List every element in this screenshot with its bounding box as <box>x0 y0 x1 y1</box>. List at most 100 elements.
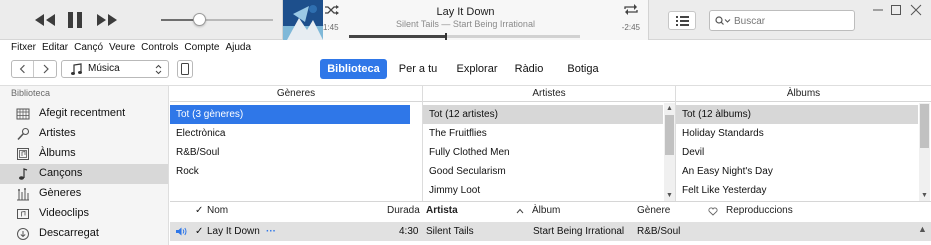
sidebar-item-downloaded[interactable]: Descarregat <box>0 224 168 244</box>
next-track-icon[interactable] <box>92 10 122 30</box>
artists-column-header[interactable]: Artistes <box>423 86 675 102</box>
column-header-plays[interactable]: Reproduccions <box>726 205 793 216</box>
remaining-time: -2:45 <box>621 23 640 32</box>
previous-track-icon[interactable] <box>30 10 60 30</box>
sidebar-item-label: Àlbums <box>39 147 76 159</box>
albums-column-header[interactable]: Àlbums <box>676 86 931 102</box>
device-button[interactable] <box>177 60 193 78</box>
playback-progress[interactable] <box>349 33 580 40</box>
menu-controls[interactable]: Controls <box>138 40 181 55</box>
column-browser: Gèneres Tot (3 gèneres) Electrònica R&B/… <box>170 86 931 201</box>
sidebar-item-recently-added[interactable]: Afegit recentment <box>0 104 168 124</box>
column-header-check[interactable]: ✓ <box>195 205 203 216</box>
album-row[interactable]: An Easy Night's Day <box>676 162 918 181</box>
track-title: Lay It Down <box>436 6 495 18</box>
sidebar-item-label: Afegit recentment <box>39 107 126 119</box>
column-header-duration[interactable]: Durada <box>387 205 420 216</box>
table-row[interactable]: ✓ Lay It Down ··· 4:30 Silent Tails Star… <box>170 222 931 241</box>
heart-icon[interactable] <box>708 207 718 216</box>
repeat-icon[interactable] <box>623 3 639 16</box>
tab-browse[interactable]: Explorar <box>451 59 503 79</box>
albums-column: Àlbums Tot (12 àlbums) Holiday Standards… <box>676 86 931 201</box>
tab-store[interactable]: Botiga <box>563 59 603 79</box>
close-icon[interactable] <box>908 3 924 17</box>
sidebar-item-music-videos[interactable]: Videoclips <box>0 204 168 224</box>
chevron-updown-icon <box>155 64 162 75</box>
album-row[interactable]: Holiday Standards <box>676 124 918 143</box>
menu-edit[interactable]: Editar <box>39 40 71 55</box>
song-album: Start Being Irrational <box>533 226 625 237</box>
column-header-name[interactable]: Nom <box>207 205 228 216</box>
song-artist: Silent Tails <box>426 226 474 237</box>
up-next-button[interactable] <box>668 11 696 30</box>
track-artist-album: Silent Tails — Start Being Irrational <box>396 19 535 29</box>
recently-added-icon <box>16 108 30 120</box>
minimize-icon[interactable] <box>870 3 886 17</box>
genre-row[interactable]: Tot (3 gèneres) <box>170 105 410 124</box>
media-type-label: Música <box>88 63 120 74</box>
search-icon <box>715 16 731 25</box>
volume-slider[interactable] <box>161 13 273 26</box>
artist-row[interactable]: Jimmy Loot <box>423 181 663 200</box>
column-header-genre[interactable]: Gènere <box>637 205 670 216</box>
now-playing-display: 1:45 Lay It Down Silent Tails — Start Be… <box>282 0 649 40</box>
menu-help[interactable]: Ajuda <box>222 40 254 55</box>
scroll-up-arrow-icon[interactable]: ▲ <box>665 104 674 113</box>
microphone-icon <box>17 127 30 141</box>
music-note-icon <box>71 63 82 75</box>
artists-scrollbar[interactable]: ▲ ▼ <box>664 103 675 201</box>
artist-row[interactable]: Tot (12 artistes) <box>423 105 663 124</box>
albums-scrollbar[interactable]: ▼ <box>919 103 930 201</box>
more-options-icon[interactable]: ··· <box>266 226 276 237</box>
volume-knob[interactable] <box>193 13 207 26</box>
album-row[interactable]: Felt Like Yesterday <box>676 181 918 200</box>
scroll-down-arrow-icon[interactable]: ▼ <box>665 191 674 200</box>
playback-progress-fill <box>349 35 447 38</box>
forward-icon[interactable] <box>35 61 57 77</box>
album-row[interactable]: Tot (12 àlbums) <box>676 105 918 124</box>
search-input[interactable] <box>734 14 850 28</box>
menu-account[interactable]: Compte <box>181 40 222 55</box>
tab-library[interactable]: Biblioteca <box>320 59 387 79</box>
back-icon[interactable] <box>12 61 34 77</box>
genres-column-header[interactable]: Gèneres <box>170 86 422 102</box>
sidebar-item-songs[interactable]: Cançons <box>0 164 168 184</box>
player-bar: 1:45 Lay It Down Silent Tails — Start Be… <box>0 0 931 40</box>
sidebar-item-albums[interactable]: Àlbums <box>0 144 168 164</box>
artist-row[interactable]: Fully Clothed Men <box>423 143 663 162</box>
column-header-artist[interactable]: Artista <box>426 205 458 216</box>
genre-row[interactable]: Rock <box>170 162 410 181</box>
sidebar-item-artists[interactable]: Artistes <box>0 124 168 144</box>
video-icon <box>17 209 29 219</box>
genre-row[interactable]: R&B/Soul <box>170 143 410 162</box>
search-box[interactable] <box>709 10 855 31</box>
artist-row[interactable]: The Fruitflies <box>423 124 663 143</box>
genres-column: Gèneres Tot (3 gèneres) Electrònica R&B/… <box>170 86 423 201</box>
column-header-album[interactable]: Àlbum <box>532 205 560 216</box>
sidebar-item-label: Cançons <box>39 167 83 179</box>
song-checkbox[interactable]: ✓ <box>195 226 203 237</box>
pause-icon[interactable] <box>65 10 85 30</box>
artist-row[interactable]: Good Secularism <box>423 162 663 181</box>
sidebar-item-genres[interactable]: Gèneres <box>0 184 168 204</box>
sidebar-item-label: Videoclips <box>39 207 89 219</box>
genre-row[interactable]: Electrònica <box>170 124 410 143</box>
scroll-up-arrow-icon[interactable]: ▲ <box>918 224 927 234</box>
album-row[interactable]: Devil <box>676 143 918 162</box>
menu-file[interactable]: Fitxer <box>0 40 39 55</box>
history-buttons <box>11 60 57 78</box>
playback-progress-knob[interactable] <box>445 33 448 40</box>
scroll-down-arrow-icon[interactable]: ▼ <box>920 191 929 200</box>
sidebar-header: Biblioteca <box>11 88 51 98</box>
navigation-bar: Música Biblioteca Per a tu Explorar Ràdi… <box>0 55 931 86</box>
media-type-select[interactable]: Música <box>61 60 169 78</box>
tab-radio[interactable]: Ràdio <box>513 59 545 79</box>
menu-song[interactable]: Cançó <box>71 40 106 55</box>
albums-scroll-thumb[interactable] <box>920 104 929 148</box>
maximize-icon[interactable] <box>888 3 904 17</box>
tab-for-you[interactable]: Per a tu <box>393 59 443 79</box>
menu-view[interactable]: Veure <box>106 40 138 55</box>
song-name: Lay It Down <box>207 226 260 237</box>
songs-table: ✓ Nom Durada Artista Àlbum Gènere Reprod… <box>170 201 931 245</box>
artists-scroll-thumb[interactable] <box>665 115 674 155</box>
